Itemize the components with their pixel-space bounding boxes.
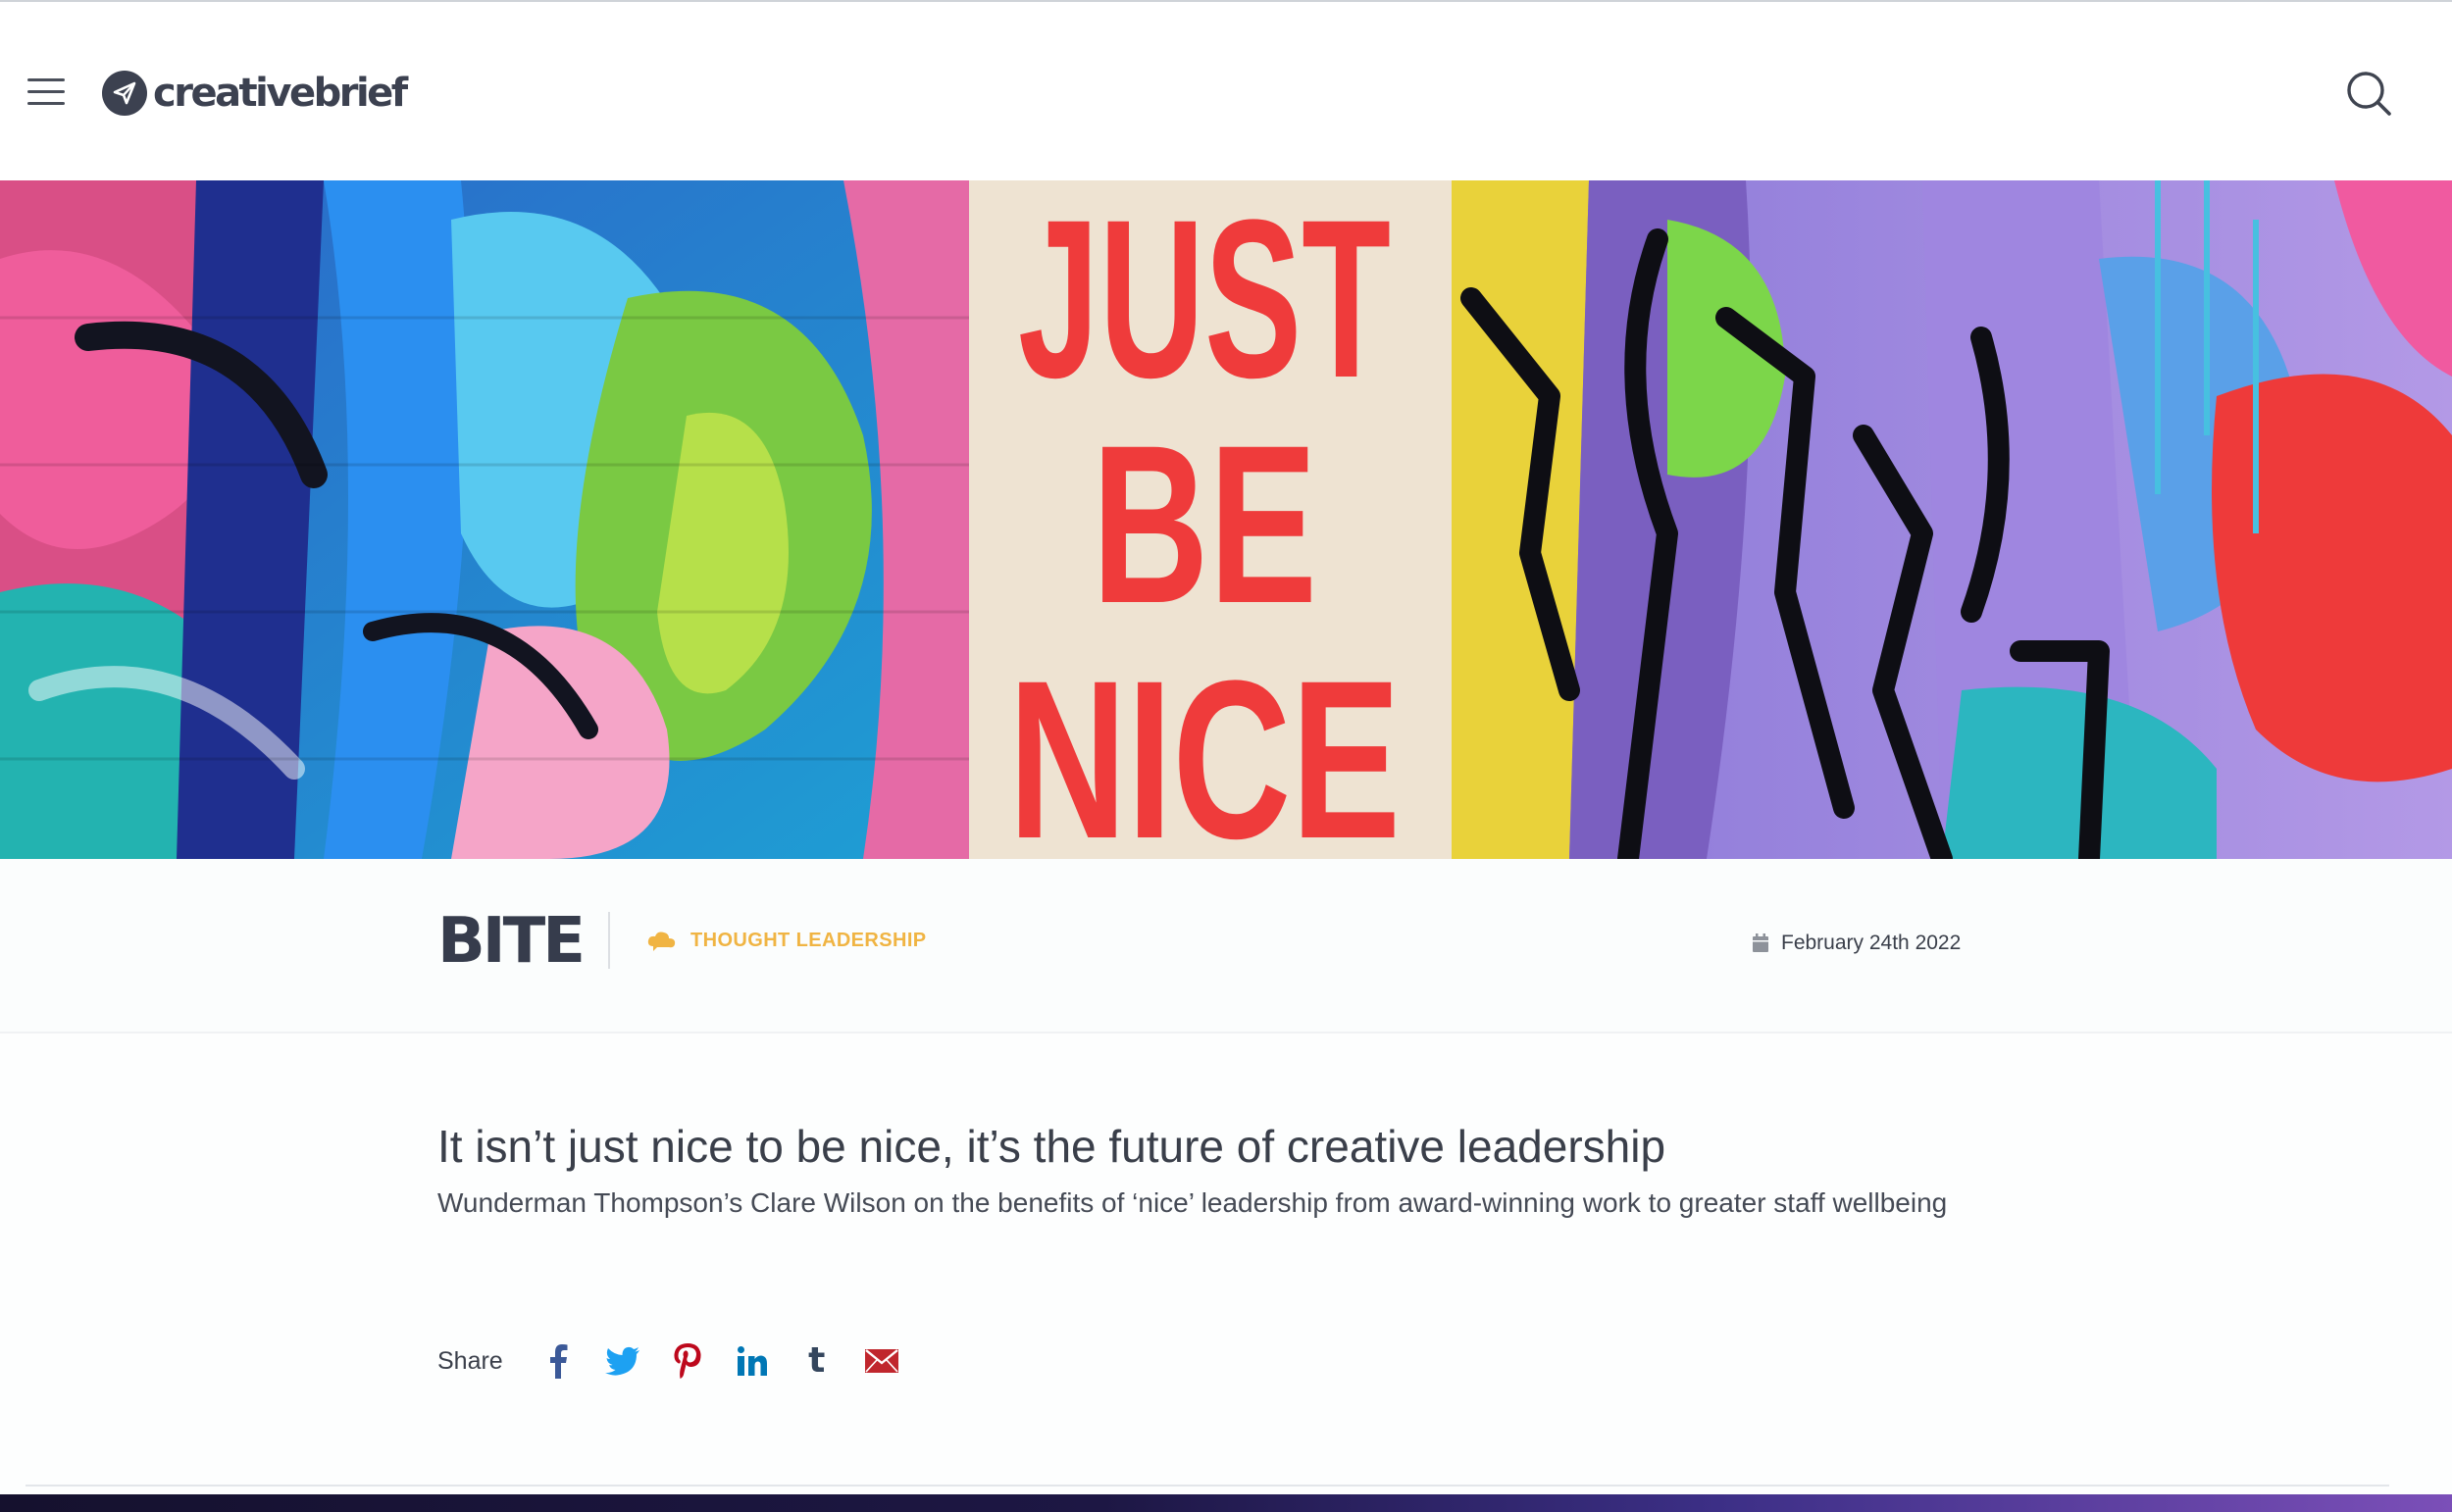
share-twitter-button[interactable] [603,1341,642,1381]
date-text: February 24th 2022 [1781,932,1962,954]
share-bar: Share t [437,1341,927,1381]
pinterest-icon [674,1343,701,1379]
share-email-button[interactable] [862,1341,901,1381]
hero-image: JUST BE NICE [0,180,2452,859]
hamburger-menu-icon [27,78,65,81]
graffiti-mural-image: JUST BE NICE [0,180,2452,859]
email-icon [864,1349,898,1373]
meta-divider [608,912,610,969]
article-title: It isn’t just nice to be nice, it’s the … [437,1121,1666,1172]
search-icon [2347,72,2391,116]
menu-button[interactable] [27,75,67,108]
svg-text:JUST: JUST [1018,180,1391,425]
site-header: creativebrief [0,2,2452,180]
site-logo[interactable]: creativebrief [102,67,408,120]
bite-brand-logo[interactable]: BITE [437,910,586,973]
share-label: Share [437,1346,503,1375]
content-divider [26,1485,2389,1487]
logo-text: creativebrief [153,71,408,116]
svg-text:NICE: NICE [1008,633,1401,859]
article-subtitle: Wunderman Thompson’s Clare Wilson on the… [437,1187,1948,1218]
linkedin-icon [737,1346,767,1376]
share-linkedin-button[interactable] [733,1341,772,1381]
footer-preview-strip [0,1494,2452,1512]
category-link[interactable]: THOUGHT LEADERSHIP [647,930,927,952]
article-meta-bar [0,859,2452,1033]
speech-cloud-icon [647,932,676,951]
facebook-icon [549,1344,568,1379]
twitter-icon [604,1346,639,1376]
search-button[interactable] [2344,67,2393,120]
category-label: THOUGHT LEADERSHIP [690,930,927,951]
svg-text:BE: BE [1092,398,1317,650]
share-tumblr-button[interactable]: t [797,1341,837,1381]
paper-plane-icon [102,71,147,116]
publish-date: February 24th 2022 [1752,932,1961,955]
share-pinterest-button[interactable] [668,1341,707,1381]
share-facebook-button[interactable] [538,1341,578,1381]
calendar-icon [1753,933,1768,952]
tumblr-icon: t [808,1340,826,1381]
